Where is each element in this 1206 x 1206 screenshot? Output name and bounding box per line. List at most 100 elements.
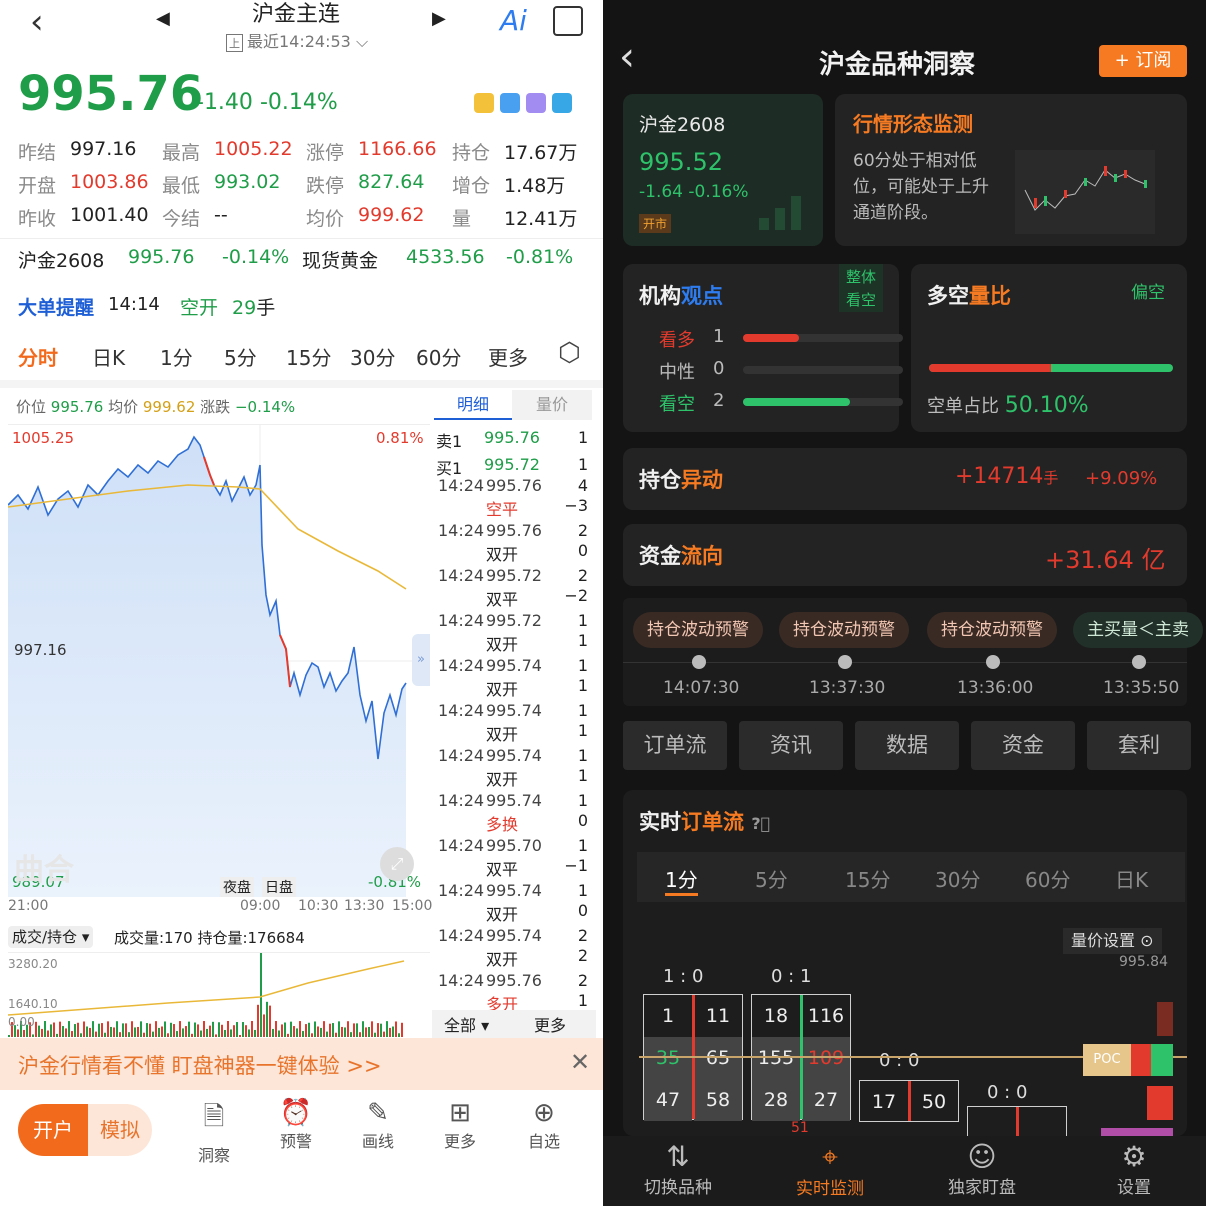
- expand-icon[interactable]: ⤢: [380, 847, 414, 881]
- bulb-icon[interactable]: [526, 93, 546, 113]
- volume-bar: [263, 1014, 265, 1037]
- alert-pill[interactable]: 持仓波动预警: [633, 612, 763, 648]
- trade-qty: 1: [577, 836, 588, 855]
- rnav-0[interactable]: ⇅ 切换品种: [633, 1140, 723, 1198]
- period-tab-3[interactable]: 5分: [224, 342, 257, 371]
- collapse-handle[interactable]: »: [412, 634, 430, 686]
- trade-price: 995.70: [486, 836, 542, 855]
- orderflow-period-2[interactable]: 15分: [845, 864, 890, 893]
- analysis-icon[interactable]: [552, 93, 572, 113]
- alert-pill[interactable]: 主买量＜主卖: [1073, 612, 1203, 648]
- nav-label-0: 洞察: [197, 1146, 230, 1165]
- chevron-down-icon: ⌵: [350, 32, 369, 51]
- ai-icon[interactable]: Ai: [500, 4, 527, 37]
- volume-bar: [350, 1032, 352, 1037]
- feature-tab-0[interactable]: 订单流: [623, 721, 727, 770]
- close-icon[interactable]: ✕: [570, 1048, 590, 1076]
- period-tab-6[interactable]: 60分: [416, 342, 461, 371]
- contract-card[interactable]: 沪金2608 995.52 -1.64 -0.16% 开市: [623, 94, 823, 246]
- big-order-label[interactable]: 大单提醒: [18, 293, 94, 320]
- institution-view-card[interactable]: 机构观点 整体看空 看多 1 中性 0 看空 2: [623, 264, 903, 432]
- volume-bar: [125, 1023, 127, 1037]
- fund-flow-value: +31.64 亿: [1045, 546, 1166, 574]
- fund-flow-card[interactable]: 资金流向 +31.64 亿: [623, 524, 1187, 586]
- pattern-monitor-card[interactable]: 行情形态监测 60分处于相对低位，可能处于上升通道阶段。: [835, 94, 1187, 246]
- x-tick: 09:00: [240, 898, 281, 914]
- intraday-chart[interactable]: 1005.25 0.81% 997.16 989.07 -0.81% 曲合 夜盘…: [8, 424, 430, 897]
- nav-3[interactable]: ⊞ 更多: [442, 1098, 478, 1152]
- settings-icon[interactable]: ⬡: [558, 338, 581, 368]
- promo-banner[interactable]: 沪金行情看不懂 盯盘神器一键体验 >> ✕: [0, 1038, 603, 1090]
- orderflow-period-1[interactable]: 5分: [755, 864, 788, 893]
- subscribe-button[interactable]: + 订阅: [1099, 45, 1187, 77]
- open-account-button[interactable]: 开户: [18, 1104, 88, 1156]
- prev-contract-icon[interactable]: ◀: [156, 8, 170, 29]
- y-mid: 997.16: [14, 641, 67, 659]
- volume-bar: [302, 1031, 304, 1037]
- nav-0[interactable]: 🗎 洞察: [196, 1098, 232, 1166]
- orderflow-period-4[interactable]: 60分: [1025, 864, 1070, 893]
- position-change-card[interactable]: 持仓异动 +14714手 +9.09%: [623, 448, 1187, 510]
- rnav-3[interactable]: ⚙ 设置: [1089, 1140, 1179, 1198]
- nav-1[interactable]: ⏰ 预警: [278, 1098, 314, 1152]
- trade-qty: 1: [577, 701, 588, 720]
- period-tab-5[interactable]: 30分: [350, 342, 395, 371]
- volume-bar: [239, 1034, 241, 1037]
- nav-2[interactable]: ✎ 画线: [360, 1098, 396, 1152]
- period-tab-1[interactable]: 日K: [92, 342, 125, 371]
- ref-name-1[interactable]: 沪金2608: [18, 246, 104, 273]
- volume-bar: [374, 1032, 376, 1037]
- volume-price-tab[interactable]: 量价: [512, 390, 592, 420]
- volume-bar: [59, 1021, 61, 1037]
- period-tab-2[interactable]: 1分: [160, 342, 193, 371]
- trade-more[interactable]: 更多: [534, 1012, 566, 1036]
- back-icon[interactable]: ‹: [619, 34, 635, 80]
- volume-selector[interactable]: 成交/持仓 ▾: [8, 926, 94, 948]
- orderflow-period-3[interactable]: 30分: [935, 864, 980, 893]
- feature-tab-3[interactable]: 资金: [971, 721, 1075, 770]
- orderflow-period-0[interactable]: 1分: [665, 864, 698, 896]
- day-session-tab[interactable]: 日盘: [262, 877, 296, 897]
- trade-delta: 1: [577, 631, 588, 650]
- update-time[interactable]: 上最近14:24:53 ⌵: [226, 28, 368, 52]
- filter-all[interactable]: 全部 ▾: [444, 1012, 489, 1036]
- feature-tab-2[interactable]: 数据: [855, 721, 959, 770]
- next-contract-icon[interactable]: ▶: [432, 8, 446, 29]
- help-icon[interactable]: ?⃝: [751, 814, 770, 833]
- share-icon[interactable]: [553, 6, 583, 36]
- back-icon[interactable]: ‹: [30, 2, 44, 42]
- orderflow-period-5[interactable]: 日K: [1115, 864, 1148, 893]
- detail-tab[interactable]: 明细: [434, 390, 512, 420]
- volume-bar: [176, 1031, 178, 1037]
- nav-label-4: 自选: [527, 1132, 560, 1151]
- trade-time: 14:24: [438, 971, 485, 990]
- volume-bar: [143, 1032, 145, 1037]
- alert-pill[interactable]: 持仓波动预警: [779, 612, 909, 648]
- night-session-tab[interactable]: 夜盘: [220, 877, 254, 897]
- volume-bar: [230, 1029, 232, 1037]
- x-tick: 13:30: [344, 898, 385, 914]
- volume-bar: [89, 1027, 91, 1037]
- nav-4[interactable]: ⊕ 自选: [526, 1098, 562, 1152]
- period-tab-0[interactable]: 分时: [18, 342, 58, 371]
- feature-tab-1[interactable]: 资讯: [739, 721, 843, 770]
- feature-tab-4[interactable]: 套利: [1087, 721, 1191, 770]
- rnav-1[interactable]: ⌖ 实时监测: [785, 1140, 875, 1199]
- volume-bar: [107, 1021, 109, 1037]
- right-panel: ‹ 沪金品种洞察 + 订阅 沪金2608 995.52 -1.64 -0.16%…: [603, 0, 1206, 1206]
- trade-row: 14:24 995.74 1 双开 1: [434, 656, 594, 700]
- calc-icon[interactable]: [500, 93, 520, 113]
- alert-time: 13:35:50: [1103, 678, 1180, 698]
- ref-name-2[interactable]: 现货黄金: [302, 246, 378, 273]
- volume-price-settings[interactable]: 量价设置 ⊙: [1063, 928, 1162, 954]
- period-tab-7[interactable]: 更多: [488, 342, 528, 371]
- period-tab-4[interactable]: 15分: [286, 342, 331, 371]
- long-short-card[interactable]: 多空量比 偏空 空单占比 50.10%: [911, 264, 1187, 432]
- quote-price: 995.76: [484, 428, 540, 447]
- alert-pill[interactable]: 持仓波动预警: [927, 612, 1057, 648]
- trade-delta: 0: [577, 541, 588, 560]
- chart-tool-icon[interactable]: [474, 93, 494, 113]
- rnav-2[interactable]: ☺ 独家盯盘: [937, 1140, 1027, 1198]
- simulate-button[interactable]: 模拟: [88, 1104, 152, 1156]
- tool-icons[interactable]: [474, 93, 572, 117]
